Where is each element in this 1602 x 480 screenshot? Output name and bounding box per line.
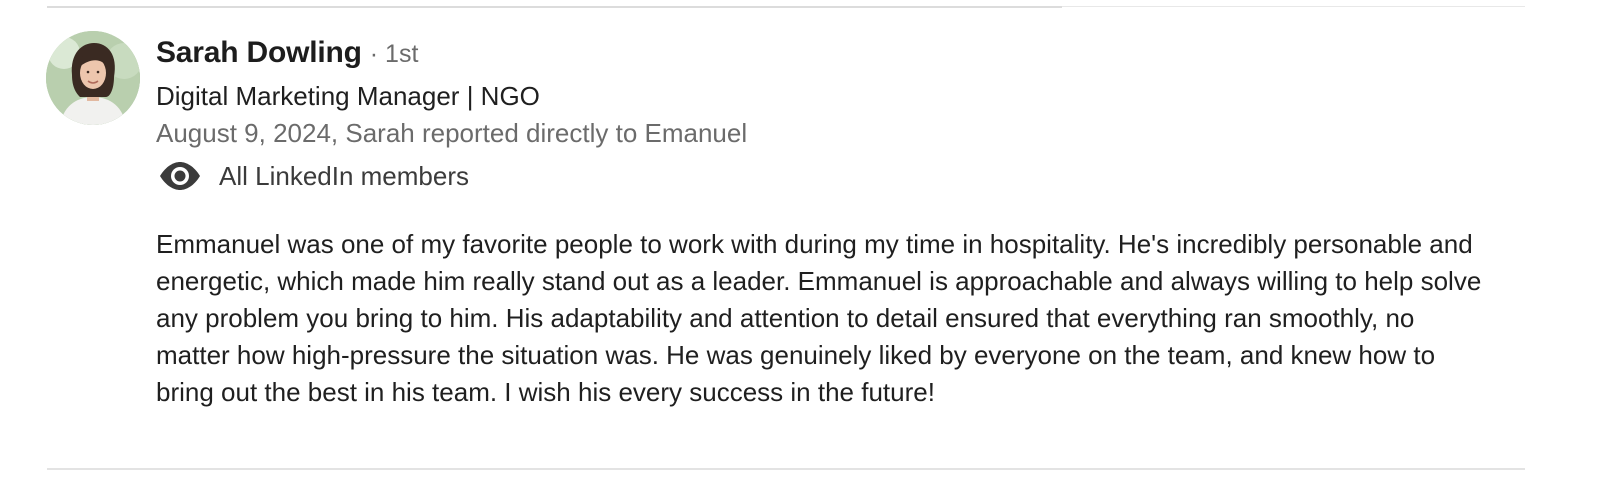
recommender-headline: Digital Marketing Manager | NGO — [156, 81, 540, 111]
connection-degree: · 1st — [369, 40, 419, 68]
top-divider-segment — [47, 6, 1062, 8]
avatar[interactable] — [46, 31, 140, 125]
bottom-divider — [47, 468, 1525, 470]
recommender-name[interactable]: Sarah Dowling — [156, 36, 362, 70]
visibility-info: All LinkedIn members — [158, 160, 469, 192]
visibility-label: All LinkedIn members — [219, 160, 469, 191]
eye-icon — [158, 160, 202, 192]
recommender-name-row: Sarah Dowling · 1st — [156, 36, 418, 76]
relationship-info: August 9, 2024, Sarah reported directly … — [156, 118, 748, 148]
recommendation-text: Emmanuel was one of my favorite people t… — [156, 229, 1482, 407]
profile-photo-icon — [46, 31, 140, 125]
